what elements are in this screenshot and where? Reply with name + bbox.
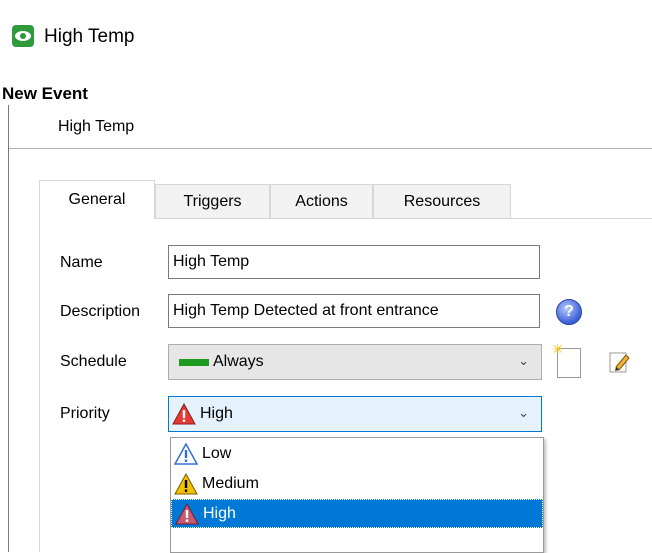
priority-select[interactable]: High ⌄ — [168, 396, 542, 432]
tab-label: Resources — [403, 192, 481, 210]
tab-label: Actions — [295, 192, 348, 210]
schedule-label: Schedule — [60, 353, 127, 370]
name-label: Name — [60, 254, 103, 271]
description-label: Description — [60, 303, 141, 320]
left-border — [8, 148, 9, 552]
priority-value: High — [200, 405, 233, 422]
tab-triggers[interactable]: Triggers — [155, 184, 270, 218]
priority-label: Priority — [60, 405, 110, 422]
option-label: Medium — [202, 474, 259, 492]
description-value: High Temp Detected at front entrance — [173, 302, 439, 319]
new-schedule-icon[interactable]: ✳ — [552, 341, 581, 378]
window-title: High Temp — [44, 26, 135, 47]
priority-dropdown-list: Low Medium High — [170, 437, 544, 553]
option-label: Low — [202, 444, 232, 462]
tab-label: Triggers — [183, 192, 242, 210]
description-input[interactable]: High Temp Detected at front entrance — [168, 294, 540, 328]
option-label: High — [203, 504, 236, 522]
schedule-select[interactable]: Always ⌄ — [168, 344, 542, 380]
tab-resources[interactable]: Resources — [373, 184, 511, 218]
priority-option-high[interactable]: High — [171, 499, 543, 528]
priority-option-low[interactable]: Low — [171, 439, 543, 468]
panel-border — [39, 180, 40, 552]
tab-baseline — [154, 218, 652, 219]
section-title: New Event — [2, 84, 88, 103]
warning-high-icon — [175, 502, 199, 524]
edit-schedule-icon[interactable] — [608, 350, 630, 374]
tab-label: General — [68, 190, 126, 208]
divider — [8, 148, 652, 149]
priority-option-medium[interactable]: Medium — [171, 469, 543, 498]
tree-line — [8, 105, 9, 149]
tab-actions[interactable]: Actions — [270, 184, 373, 218]
schedule-value: Always — [213, 353, 264, 370]
chevron-down-icon: ⌄ — [518, 405, 529, 420]
section-subtitle: High Temp — [58, 118, 135, 135]
warning-low-icon — [174, 442, 198, 465]
tab-general[interactable]: General — [39, 180, 155, 218]
help-icon[interactable]: ? — [556, 299, 582, 325]
name-value: High Temp — [173, 253, 250, 270]
warning-medium-icon — [174, 472, 198, 494]
chevron-down-icon: ⌄ — [518, 353, 529, 368]
eye-icon — [12, 25, 34, 47]
schedule-color-swatch — [179, 358, 209, 366]
warning-high-icon — [172, 403, 196, 425]
name-input[interactable]: High Temp — [168, 245, 540, 279]
